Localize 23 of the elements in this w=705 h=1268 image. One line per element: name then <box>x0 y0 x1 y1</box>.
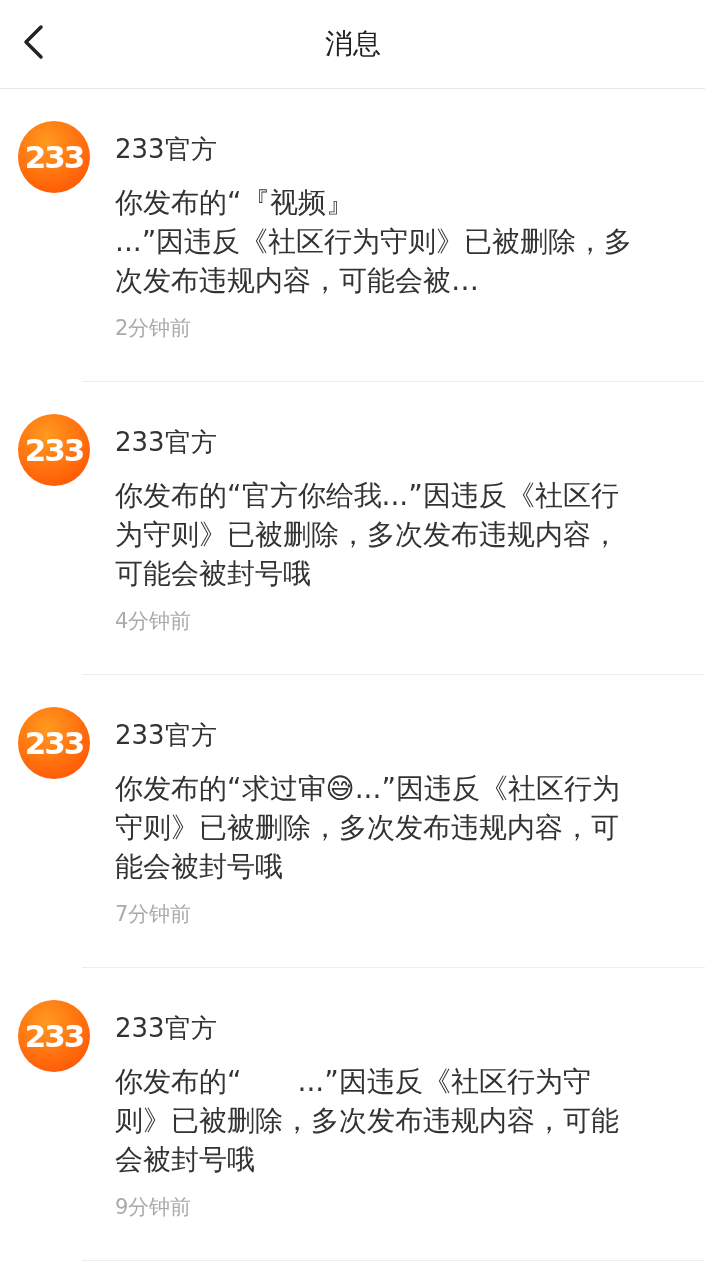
message-item[interactable]: 233 233官方 你发布的“ ...”因违反《社区行为守则》已被删除，多次发布违规内容，可能会被封号哦 9分钟前 <box>0 968 705 1261</box>
avatar-icon: 233 <box>18 121 90 193</box>
message-text: 你发布的“官方你给我...”因违反《社区行为守则》已被删除，多次发布违规内容，可能会被封号哦 <box>115 478 620 592</box>
message-time: 9分钟前 <box>115 1194 193 1221</box>
sender-name: 233官方 <box>115 1012 218 1045</box>
message-time: 2分钟前 <box>115 315 193 342</box>
back-button[interactable] <box>22 24 44 60</box>
avatar-icon: 233 <box>18 414 90 486</box>
back-icon <box>22 24 44 60</box>
sender-name: 233官方 <box>115 133 218 166</box>
sender-name: 233官方 <box>115 719 218 752</box>
message-text: 你发布的“『视频』 ...”因违反《社区行为守则》已被删除，多次发布违规内容，可能会被… <box>115 185 634 299</box>
sender-name: 233官方 <box>115 426 218 459</box>
avatar-icon: 233 <box>18 707 90 779</box>
message-text: 你发布的“ ...”因违反《社区行为守则》已被删除，多次发布违规内容，可能会被封号哦 <box>115 1064 620 1178</box>
message-text: 你发布的“求过审😅...”因违反《社区行为守则》已被删除，多次发布违规内容，可能会被封号哦 <box>115 771 621 885</box>
message-time: 4分钟前 <box>115 608 193 635</box>
page-title: 消息 <box>324 26 381 62</box>
message-item[interactable]: 233 233官方 你发布的“『视频』 ...”因违反《社区行为守则》已被删除，多次发布违规内容，可能会被… 2分钟前 <box>0 89 705 382</box>
message-item[interactable]: 233 233官方 你发布的“求过审😅...”因违反《社区行为守则》已被删除，多次发布违规内容，可能会被封号哦 7分钟前 <box>0 675 705 968</box>
message-item[interactable]: 233 233官方 你发布的“官方你给我...”因违反《社区行为守则》已被删除，多次发布违规内容，可能会被封号哦 4分钟前 <box>0 382 705 675</box>
avatar-icon: 233 <box>18 1000 90 1072</box>
message-time: 7分钟前 <box>115 901 193 928</box>
